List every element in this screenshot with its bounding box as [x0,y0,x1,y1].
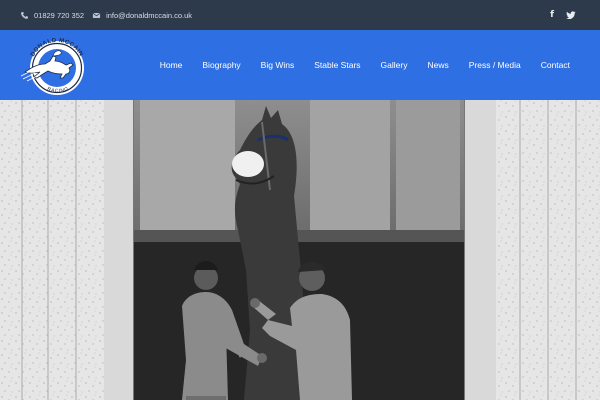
stable-photo [0,100,600,400]
email-contact[interactable]: info@donaldmccain.co.uk [92,11,192,20]
hero-image [0,100,600,400]
nav-stable-stars[interactable]: Stable Stars [314,60,360,70]
main-nav: Home Biography Big Wins Stable Stars Gal… [140,30,570,100]
nav-biography[interactable]: Biography [202,60,240,70]
phone-number: 01829 720 352 [34,10,85,20]
envelope-icon [92,11,101,20]
nav-contact[interactable]: Contact [541,60,570,70]
nav-news[interactable]: News [427,60,448,70]
nav-press-media[interactable]: Press / Media [469,60,521,70]
phone-icon [20,11,29,20]
nav-big-wins[interactable]: Big Wins [261,60,295,70]
twitter-icon[interactable] [566,10,576,20]
nav-gallery[interactable]: Gallery [381,60,408,70]
contact-info: 01829 720 352 info@donaldmccain.co.uk [20,0,192,30]
horse-jumper-icon: DONALD MCCAIN RACING [20,38,84,95]
nav-home[interactable]: Home [160,60,183,70]
facebook-icon[interactable]: f [550,10,554,20]
site-logo[interactable]: DONALD MCCAIN RACING [19,34,95,96]
top-bar: 01829 720 352 info@donaldmccain.co.uk f [0,0,600,30]
social-links: f [550,0,576,30]
phone-contact[interactable]: 01829 720 352 [20,11,84,20]
site-header: DONALD MCCAIN RACING Home Biography Big … [0,30,600,100]
email-address: info@donaldmccain.co.uk [106,10,193,20]
